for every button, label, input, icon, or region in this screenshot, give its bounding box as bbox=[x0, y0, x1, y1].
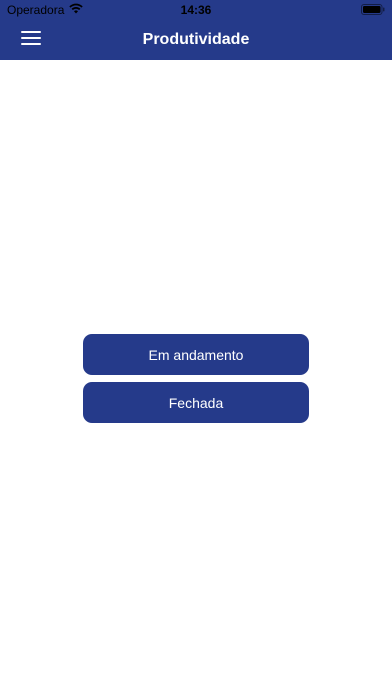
battery-icon bbox=[361, 4, 385, 15]
status-time: 14:36 bbox=[180, 3, 212, 17]
closed-button[interactable]: Fechada bbox=[83, 382, 309, 423]
in-progress-button[interactable]: Em andamento bbox=[83, 334, 309, 375]
status-buttons: Em andamento Fechada bbox=[83, 334, 309, 430]
navigation-bar: Produtividade bbox=[0, 20, 392, 60]
page-title: Produtividade bbox=[142, 31, 250, 48]
status-bar: Operadora 14:36 bbox=[0, 0, 392, 20]
top-bar: Operadora 14:36 Produtividade bbox=[0, 0, 392, 60]
